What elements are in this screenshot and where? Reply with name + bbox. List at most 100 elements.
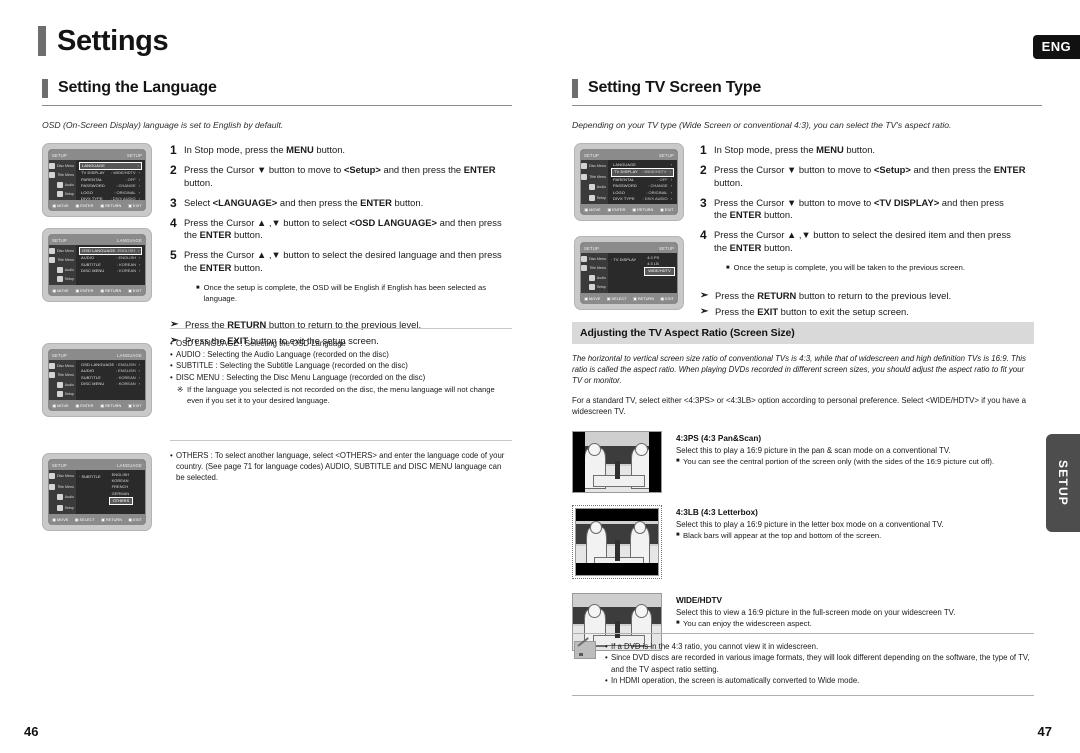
note-item: • If a DVD is in the 4:3 ratio, you canno… xyxy=(605,641,1034,652)
osd-menu-row[interactable]: TV DISPLAY: WIDE/HDTV › xyxy=(611,168,674,177)
osd-sidebar-item[interactable]: Title Menu xyxy=(581,173,606,180)
chevron-right-icon: › xyxy=(670,189,672,195)
step-row: 5 Press the Cursor ▲ ,▼ button to select … xyxy=(170,249,512,274)
osd-sidebar-item[interactable]: Audio xyxy=(581,184,606,191)
osd-sidebar-item[interactable]: Setup xyxy=(581,194,606,201)
note-item: • In HDMI operation, the screen is automa… xyxy=(605,675,1034,686)
left-definitions: • OSD LANGUAGE : Selecting the OSD Langua… xyxy=(170,338,512,406)
tv-scene-letterbox xyxy=(575,508,659,576)
osd-row-value: : CHANGE xyxy=(648,183,668,189)
osd-hint: ▣ ENTER xyxy=(75,202,94,208)
aspect-item: 4:3LB (4:3 Letterbox) Select this to play… xyxy=(572,505,1034,579)
arrow-line: ➢ Press the RETURN button to return to th… xyxy=(700,289,1042,302)
step-note-text: Once the setup is complete, you will be … xyxy=(733,262,965,272)
osd-sidebar-item[interactable]: Setup xyxy=(49,276,74,283)
osd-menu-row[interactable]: OSD LANGUAGE: ENGLISH › xyxy=(79,247,143,256)
osd-inner: SETUP SETUP Disc Menu Title Menu Audio Setup ·… xyxy=(580,242,678,304)
osd-sidebar-item[interactable]: Title Menu xyxy=(49,372,74,379)
step-number: 5 xyxy=(170,248,177,262)
osd-menu-row[interactable]: DISC MENU: KOREAN › xyxy=(79,381,142,387)
osd-top-left: SETUP xyxy=(52,352,67,358)
aspect-text: 4:3PS (4:3 Pan&Scan) Select this to play … xyxy=(676,431,1034,493)
chevron-right-icon: › xyxy=(669,169,671,175)
osd-sidebar-item[interactable]: Disc Menu xyxy=(49,362,74,369)
osd-sidebar-item[interactable]: Audio xyxy=(49,381,74,388)
step-note: ■ Once the setup is complete, you will be… xyxy=(726,262,1042,275)
square-bullet-icon: ■ xyxy=(676,620,680,627)
scene-head xyxy=(588,604,602,618)
osd-sidebar-item[interactable]: Title Menu xyxy=(581,265,606,272)
osd-sidebar-label: Audio xyxy=(64,267,74,272)
aspect-text: 4:3LB (4:3 Letterbox) Select this to play… xyxy=(676,505,1034,579)
scene-head xyxy=(590,521,603,534)
osd-sidebar-item[interactable]: Setup xyxy=(49,391,74,398)
section-accent-bar xyxy=(572,79,578,98)
osd-sidebar-icon xyxy=(56,391,63,398)
left-steps: 1 In Stop mode, press the MENU button. 2 Pr… xyxy=(170,144,512,347)
language-tab-eng: ENG xyxy=(1032,35,1080,59)
osd-hint: ▣ MOVE xyxy=(584,206,601,212)
osd-menu-row[interactable]: LANGUAGE › xyxy=(79,162,142,171)
step-text: Press the Cursor ▲ ,▼ button to select t… xyxy=(184,249,502,273)
osd-top-right: SETUP xyxy=(659,245,674,251)
osd-list: LANGUAGE › TV DISPLAY: WIDE/HDTV › PARENTAL:… xyxy=(76,160,145,201)
osd-row-value: : ENGLISH xyxy=(115,362,136,367)
osd-sidebar-icon xyxy=(581,173,588,180)
osd-sidebar-item[interactable]: Title Menu xyxy=(49,257,74,264)
osd-sidebar-item[interactable]: Audio xyxy=(581,274,606,281)
osd-row-right: : KOREAN › xyxy=(117,381,140,387)
step-number: 4 xyxy=(170,215,177,230)
osd-row-label: LANGUAGE xyxy=(82,163,106,168)
osd-sidebar-icon xyxy=(588,184,595,191)
osd-hint: ▣ EXIT xyxy=(128,402,142,408)
osd-menu-row[interactable]: DIVX TYPE: DIVX AUDIO › xyxy=(611,196,674,202)
osd-hint: ▣ EXIT xyxy=(128,516,142,522)
osd-sidebar-item[interactable]: Title Menu xyxy=(49,172,74,179)
osd-top-right: SETUP xyxy=(127,152,142,158)
osd-inner: SETUP SETUP Disc Menu Title Menu Audio Setup L… xyxy=(580,149,678,215)
osd-hint: ▣ RETURN xyxy=(632,206,654,212)
osd-option[interactable]: OTHERS xyxy=(108,496,134,506)
aspect-title: WIDE/HDTV xyxy=(676,596,722,605)
square-bullet-icon: ■ xyxy=(676,532,680,539)
osd-sidebar-item[interactable]: Disc Menu xyxy=(49,473,74,480)
osd-sidebar-item[interactable]: Setup xyxy=(49,504,74,511)
osd-menu-row[interactable]: DISC MENU: KOREAN › xyxy=(79,268,142,274)
osd-bottom-bar: ▣ MOVE ▣ ENTER ▣ RETURN ▣ EXIT xyxy=(49,200,145,210)
osd-body: Disc Menu Title Menu Audio Setup LANGUAGE › TV… xyxy=(581,160,677,204)
osd-sidebar-item[interactable]: Disc Menu xyxy=(581,163,606,170)
osd-sidebar-icon xyxy=(56,191,63,198)
osd-sidebar-icon xyxy=(588,274,595,281)
osd-sidebar-item[interactable]: Title Menu xyxy=(49,483,74,490)
definition-item: • SUBTITLE : Selecting the Subtitle Langu… xyxy=(170,360,512,371)
osd-sidebar-label: Setup xyxy=(64,192,74,197)
osd-sidebar-item[interactable]: Audio xyxy=(49,181,74,188)
left-others-block: • OTHERS : To select another language, s… xyxy=(170,450,512,484)
definition-item: • AUDIO : Selecting the Audio Language (r… xyxy=(170,349,512,360)
osd-sidebar-item[interactable]: Audio xyxy=(49,494,74,501)
chevron-right-icon: › xyxy=(139,268,141,274)
osd-option[interactable]: WIDE/HDTV xyxy=(644,267,675,276)
osd-sidebar-item[interactable]: Setup xyxy=(49,191,74,198)
osd-sidebar-item[interactable]: Disc Menu xyxy=(49,247,74,254)
osd-sidebar-label: Audio xyxy=(64,182,74,187)
osd-hint: ▣ ENTER xyxy=(75,287,94,293)
osd-sidebar-item[interactable]: Audio xyxy=(49,266,74,273)
aspect-description: Select this to view a 16:9 picture in th… xyxy=(676,608,956,617)
osd-sidebar-icon xyxy=(49,362,56,369)
chevron-right-icon: › xyxy=(138,362,140,367)
side-tab-setup-label: SETUP xyxy=(1056,459,1070,506)
osd-sidebar-item[interactable]: Disc Menu xyxy=(49,162,74,169)
osd-row-value: : KOREAN xyxy=(116,374,136,380)
step-text: Press the Cursor ▲ ,▼ button to select t… xyxy=(714,229,1011,253)
chevron-right-icon: › xyxy=(139,255,141,261)
osd-row-right: › xyxy=(135,163,139,169)
osd-sidebar-item[interactable]: Setup xyxy=(581,284,606,291)
step-number: 2 xyxy=(700,163,707,177)
scene-wine-glass xyxy=(615,460,621,480)
osd-sidebar-label: Title Menu xyxy=(57,373,74,378)
osd-panel-label: · SUBTITLE xyxy=(79,474,101,479)
osd-sidebar-item[interactable]: Disc Menu xyxy=(581,255,606,262)
osd-sidebar-icon xyxy=(588,194,595,201)
osd-body: Disc Menu Title Menu Audio Setup · SUBTITLE E… xyxy=(49,470,145,514)
